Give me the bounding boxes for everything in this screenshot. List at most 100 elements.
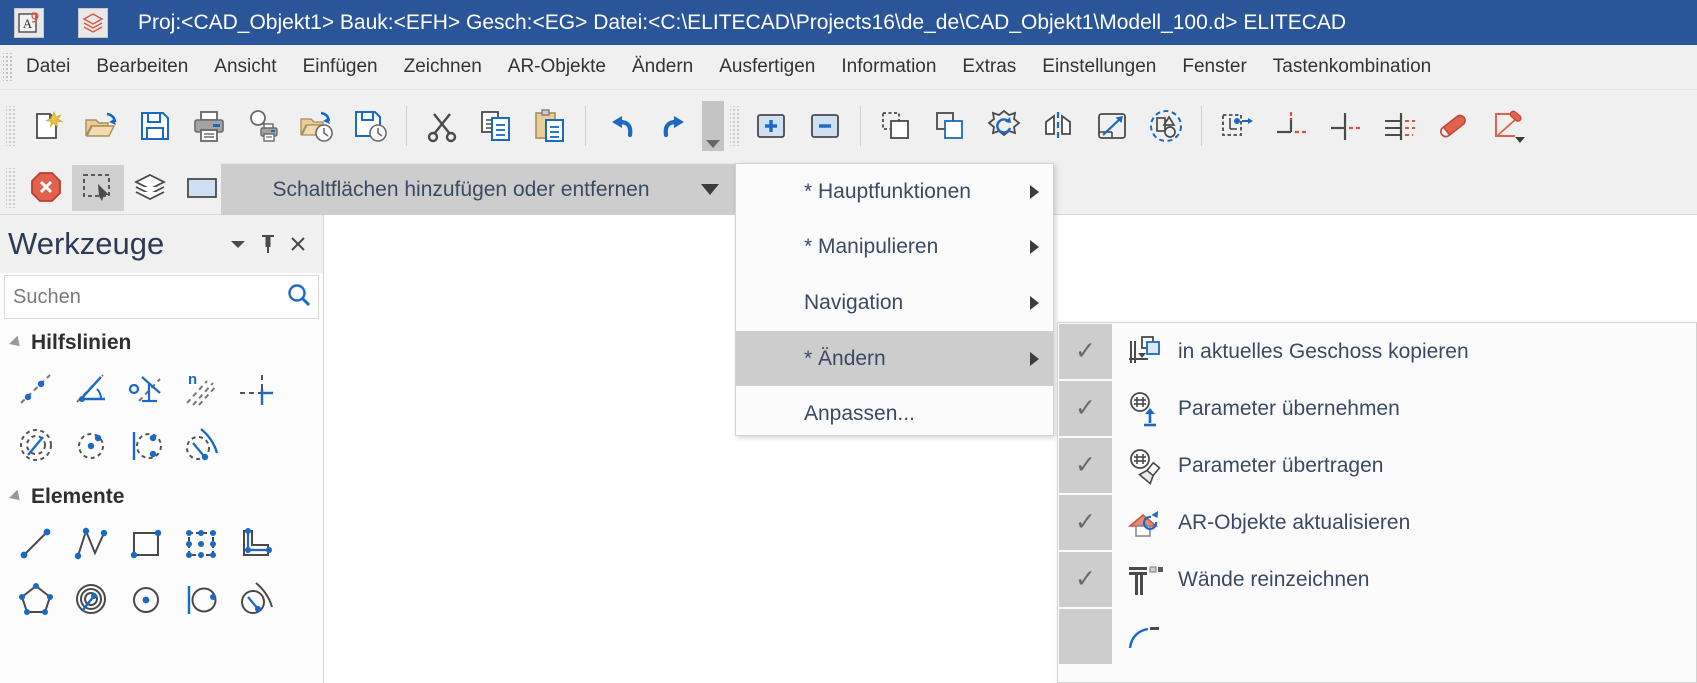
- menu-ansicht[interactable]: Ansicht: [201, 52, 289, 82]
- ctx-aendern[interactable]: * Ändern: [736, 330, 1053, 387]
- tools-panel-header: Werkzeuge: [0, 215, 323, 273]
- toolbar-grip-3[interactable]: [6, 168, 15, 208]
- cancel-icon[interactable]: [20, 165, 72, 211]
- submenu-item-waende-reinzeichnen[interactable]: ✓ Wände reinzeichnen: [1058, 551, 1696, 608]
- helpline-parallel-n-icon[interactable]: n: [173, 361, 228, 417]
- ctx-anpassen[interactable]: Anpassen...: [736, 386, 1053, 442]
- toolbar-overflow-button[interactable]: [702, 101, 724, 151]
- cut-icon[interactable]: [415, 100, 469, 152]
- house-refresh-icon: [1112, 495, 1178, 550]
- eraser-icon[interactable]: [1426, 100, 1480, 152]
- element-circle-arc-icon[interactable]: [228, 571, 283, 627]
- app-logo-icon[interactable]: A: [14, 7, 44, 38]
- check-cell[interactable]: ✓: [1059, 495, 1112, 550]
- element-spiral-icon[interactable]: [63, 571, 118, 627]
- element-polyline-icon[interactable]: [63, 515, 118, 571]
- zoom-out-icon[interactable]: [798, 100, 852, 152]
- undo-icon[interactable]: [594, 100, 648, 152]
- submenu-item-kopieren[interactable]: ✓ in aktuelles Geschoss kopieren: [1058, 323, 1696, 380]
- menu-datei[interactable]: Datei: [13, 52, 83, 82]
- helpline-circle-vertical-icon[interactable]: [118, 417, 173, 473]
- menu-einfuegen[interactable]: Einfügen: [290, 52, 391, 82]
- element-circle-vertical-icon[interactable]: [173, 571, 228, 627]
- helpline-arc-tangent-icon[interactable]: [173, 417, 228, 473]
- menu-bearbeiten[interactable]: Bearbeiten: [83, 52, 201, 82]
- add-remove-buttons-bar[interactable]: Schaltflächen hinzufügen oder entfernen: [221, 163, 735, 215]
- layers-red-icon[interactable]: [78, 7, 108, 38]
- ctx-label: * Ändern: [804, 346, 886, 370]
- select-group-icon[interactable]: [1139, 100, 1193, 152]
- menu-ausfertigen[interactable]: Ausfertigen: [706, 52, 828, 82]
- helpline-angle-icon[interactable]: [63, 361, 118, 417]
- submenu-item-partial[interactable]: [1058, 608, 1696, 665]
- check-cell[interactable]: ✓: [1059, 438, 1112, 493]
- menu-information[interactable]: Information: [828, 52, 949, 82]
- redo-icon[interactable]: [648, 100, 702, 152]
- save-icon[interactable]: [128, 100, 182, 152]
- menu-fenster[interactable]: Fenster: [1169, 52, 1259, 82]
- selection-pointer-icon[interactable]: [72, 165, 124, 211]
- copy-element-icon[interactable]: [869, 100, 923, 152]
- panel-dropdown-icon[interactable]: [223, 229, 253, 259]
- menu-zeichnen[interactable]: Zeichnen: [391, 52, 495, 82]
- search-row[interactable]: [4, 275, 319, 319]
- panel-group-hilfslinien[interactable]: Hilfslinien: [0, 319, 323, 361]
- trim-multiple-icon[interactable]: [1372, 100, 1426, 152]
- submenu-item-parameter-uebertragen[interactable]: ✓ Parameter übertragen: [1058, 437, 1696, 494]
- check-cell[interactable]: [1059, 609, 1112, 664]
- print-icon[interactable]: [182, 100, 236, 152]
- copy-icon[interactable]: [469, 100, 523, 152]
- menu-aendern[interactable]: Ändern: [619, 52, 706, 82]
- toolbar-grip-1[interactable]: [6, 106, 15, 146]
- search-icon[interactable]: [286, 282, 312, 313]
- scale-element-icon[interactable]: [1085, 100, 1139, 152]
- check-cell[interactable]: ✓: [1059, 324, 1112, 379]
- trim-line-icon[interactable]: [1318, 100, 1372, 152]
- new-document-icon[interactable]: [20, 100, 74, 152]
- panel-close-icon[interactable]: [283, 229, 313, 259]
- ctx-hauptfunktionen[interactable]: * Hauptfunktionen: [736, 164, 1053, 220]
- rotate-element-icon[interactable]: [977, 100, 1031, 152]
- panel-group-elemente[interactable]: Elemente: [0, 473, 323, 515]
- element-rectangle-icon[interactable]: [118, 515, 173, 571]
- element-polygon-icon[interactable]: [8, 571, 63, 627]
- element-circle-center-icon[interactable]: [118, 571, 173, 627]
- element-line-icon[interactable]: [8, 515, 63, 571]
- toolbar-grip-2[interactable]: [730, 106, 739, 146]
- check-cell[interactable]: ✓: [1059, 552, 1112, 607]
- menu-ar-objekte[interactable]: AR-Objekte: [495, 52, 619, 82]
- menu-tastenkombination[interactable]: Tastenkombination: [1260, 52, 1444, 82]
- helpline-circle-tangent-icon[interactable]: [8, 417, 63, 473]
- panel-pin-icon[interactable]: [253, 229, 283, 259]
- menu-extras[interactable]: Extras: [949, 52, 1029, 82]
- menubar-grip[interactable]: [3, 53, 13, 81]
- trim-corner-icon[interactable]: [1264, 100, 1318, 152]
- save-version-icon[interactable]: [344, 100, 398, 152]
- paste-icon[interactable]: [523, 100, 577, 152]
- print-preview-icon[interactable]: [236, 100, 290, 152]
- element-rectangle-points-icon[interactable]: [173, 515, 228, 571]
- open-recent-icon[interactable]: [290, 100, 344, 152]
- submenu-label: AR-Objekte aktualisieren: [1178, 510, 1411, 534]
- helpline-point-line-icon[interactable]: [8, 361, 63, 417]
- submenu-item-parameter-uebernehmen[interactable]: ✓ Parameter übernehmen: [1058, 380, 1696, 437]
- edit-contour-icon[interactable]: [1480, 100, 1534, 152]
- ctx-navigation[interactable]: Navigation: [736, 275, 1053, 331]
- open-folder-icon[interactable]: [74, 100, 128, 152]
- submenu-item-ar-objekte-aktualisieren[interactable]: ✓ AR-Objekte aktualisieren: [1058, 494, 1696, 551]
- menu-einstellungen[interactable]: Einstellungen: [1029, 52, 1169, 82]
- search-input[interactable]: [11, 284, 286, 310]
- chevron-down-icon[interactable]: [701, 184, 719, 195]
- element-lshape-icon[interactable]: [228, 515, 283, 571]
- move-to-point-icon[interactable]: [1210, 100, 1264, 152]
- check-cell[interactable]: ✓: [1059, 381, 1112, 436]
- helpline-circle-center-icon[interactable]: [63, 417, 118, 473]
- duplicate-element-icon[interactable]: [923, 100, 977, 152]
- ctx-manipulieren[interactable]: * Manipulieren: [736, 220, 1053, 276]
- helpline-cross-icon[interactable]: [228, 361, 283, 417]
- zoom-in-icon[interactable]: [744, 100, 798, 152]
- mirror-element-icon[interactable]: [1031, 100, 1085, 152]
- layers-icon[interactable]: [124, 165, 176, 211]
- helpline-perpendicular-icon[interactable]: [118, 361, 173, 417]
- check-icon: ✓: [1075, 451, 1096, 479]
